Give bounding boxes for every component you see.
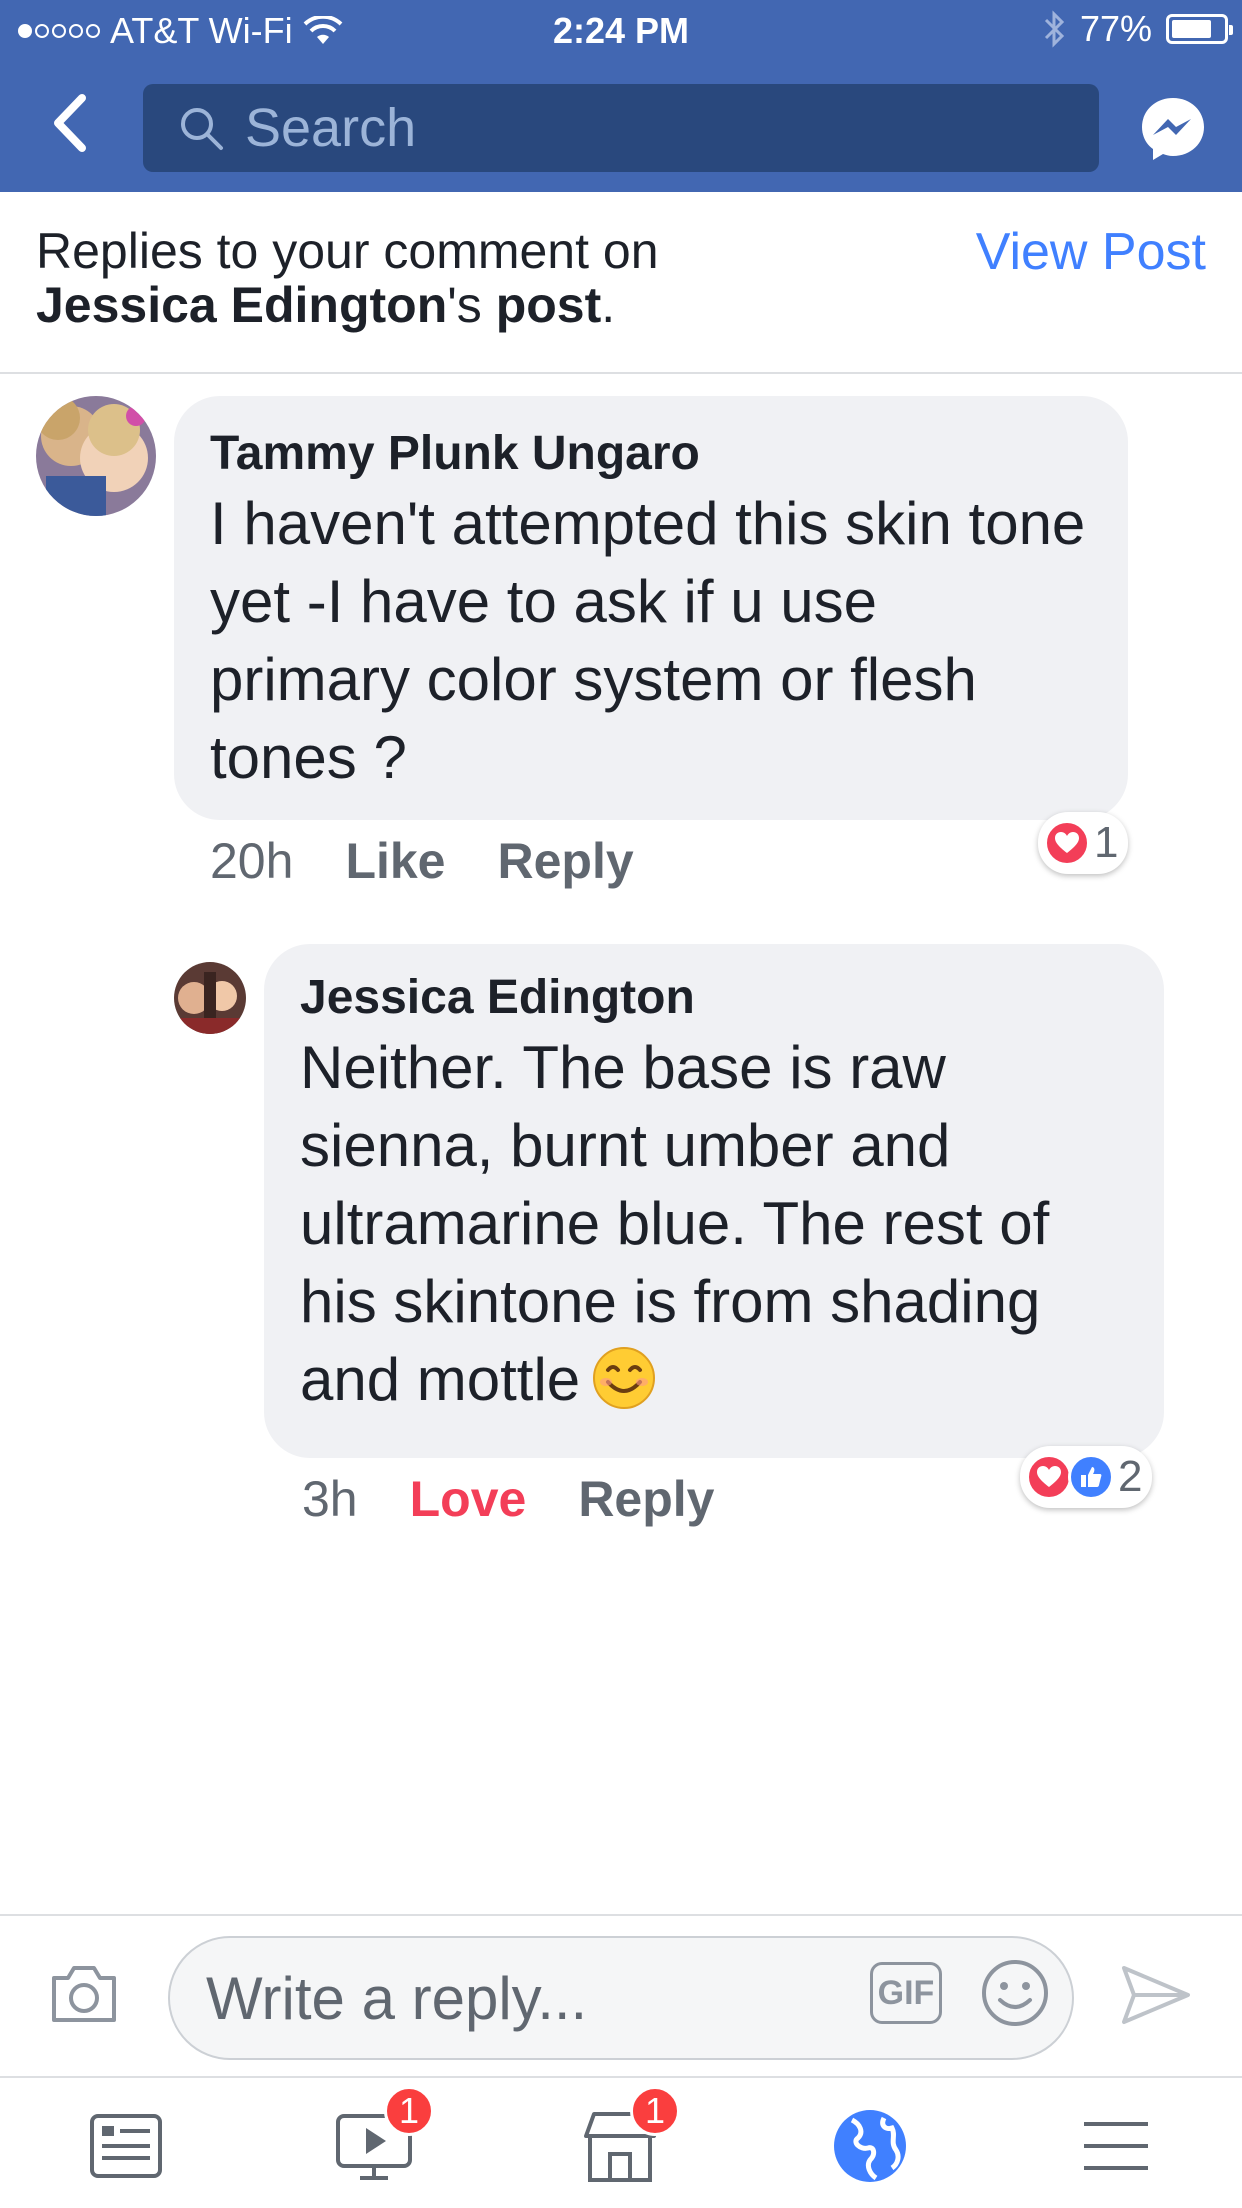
avatar[interactable] (174, 962, 246, 1034)
battery-percent: 77% (1079, 8, 1152, 49)
thumbs-up-icon (1068, 1454, 1114, 1500)
messenger-icon[interactable] (1140, 96, 1206, 162)
status-right: 77% (1042, 8, 1233, 50)
reply-button[interactable]: Reply (578, 1470, 714, 1528)
love-button[interactable]: Love (410, 1470, 527, 1528)
notification-badge: 1 (630, 2086, 680, 2136)
comment-author[interactable]: Tammy Plunk Ungaro (210, 426, 1092, 481)
reply-button[interactable]: Reply (498, 832, 634, 890)
sticker-icon[interactable] (980, 1958, 1050, 2028)
top-header: AT&T Wi-Fi 2:24 PM 77% Search (0, 0, 1242, 192)
reaction-count: 2 (1118, 1452, 1143, 1501)
heart-icon (1026, 1454, 1072, 1500)
avatar[interactable] (36, 396, 156, 516)
heart-icon (1044, 820, 1090, 866)
status-bar: AT&T Wi-Fi 2:24 PM 77% (0, 0, 1242, 60)
replies-title: Replies to your comment on Jessica Eding… (36, 224, 659, 332)
camera-icon[interactable] (48, 1962, 120, 2026)
comment-author[interactable]: Jessica Edington (300, 970, 1128, 1025)
comment-timestamp[interactable]: 3h (302, 1470, 358, 1528)
reply-actions: 3h Love Reply (302, 1470, 715, 1528)
comment-bubble[interactable]: Tammy Plunk Ungaro I haven't attempted t… (174, 396, 1128, 820)
news-feed-icon (90, 2114, 162, 2178)
bluetooth-icon (1044, 10, 1065, 48)
search-input[interactable]: Search (143, 84, 1099, 172)
reaction-count: 1 (1094, 818, 1119, 867)
search-icon (181, 108, 223, 150)
smiling-face-emoji-icon (593, 1347, 656, 1409)
view-post-link[interactable]: View Post (976, 222, 1206, 282)
globe-icon (834, 2110, 906, 2182)
battery-icon (1166, 14, 1233, 44)
comment-text: I haven't attempted this skin tone yet -… (210, 490, 1086, 791)
reaction-summary[interactable]: 1 (1038, 812, 1129, 874)
comment-actions: 20h Like Reply (210, 832, 634, 890)
bottom-tab-bar: 1 1 (0, 2076, 1242, 2208)
back-arrow-icon[interactable] (42, 88, 102, 158)
possessive-text: 's (447, 277, 482, 333)
reply-placeholder: Write a reply... (206, 1964, 588, 2032)
comment-timestamp[interactable]: 20h (210, 832, 293, 890)
reply-bubble[interactable]: Jessica Edington Neither. The base is ra… (264, 944, 1164, 1458)
tab-marketplace[interactable]: 1 (580, 2086, 680, 2186)
post-author-link[interactable]: Jessica Edington (36, 277, 447, 333)
search-placeholder: Search (245, 98, 417, 158)
reply-text: Neither. The base is raw sienna, burnt u… (300, 1034, 1050, 1413)
reaction-summary[interactable]: 2 (1020, 1446, 1153, 1508)
gif-button[interactable]: GIF (870, 1962, 942, 2024)
replies-prefix: Replies to your comment on (36, 223, 659, 279)
period: . (601, 277, 616, 333)
menu-icon (1084, 2122, 1148, 2170)
notification-badge: 1 (384, 2086, 434, 2136)
nav-row: Search (0, 60, 1242, 192)
post-link[interactable]: post (496, 277, 602, 333)
tab-watch[interactable]: 1 (334, 2086, 434, 2186)
tab-notifications[interactable] (830, 2106, 910, 2186)
tab-news-feed[interactable] (86, 2106, 166, 2186)
comment-text: Neither. The base is raw sienna, burnt u… (300, 1029, 1128, 1419)
send-icon[interactable] (1120, 1962, 1192, 2028)
replies-header: Replies to your comment on Jessica Eding… (0, 192, 1242, 374)
reply-composer: Write a reply... GIF (0, 1914, 1242, 2076)
like-button[interactable]: Like (345, 832, 445, 890)
tab-menu[interactable] (1076, 2106, 1156, 2186)
